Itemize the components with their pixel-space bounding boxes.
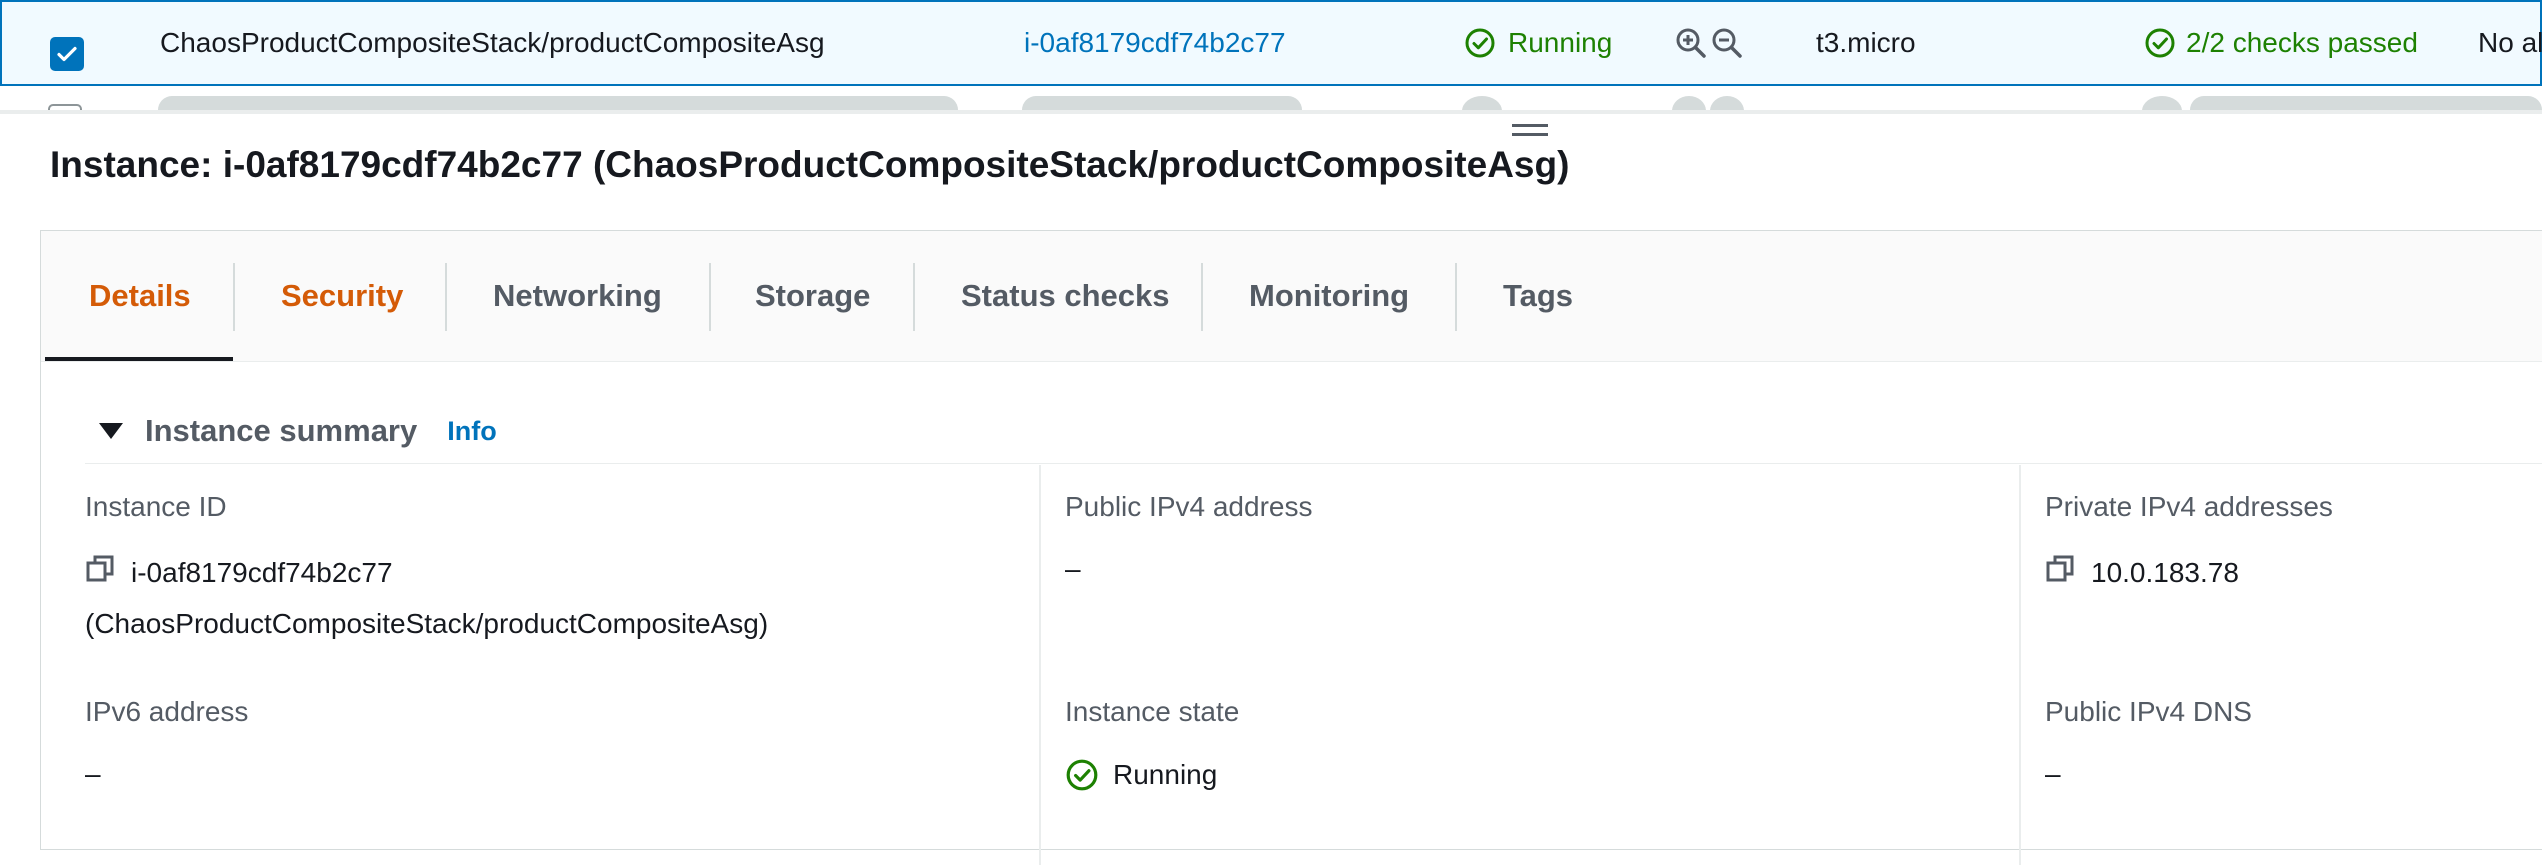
copy-icon[interactable]	[85, 553, 117, 592]
clipped-text	[158, 96, 958, 110]
clipped-icon	[1710, 96, 1744, 110]
table-row-selected[interactable]: ChaosProductCompositeStack/productCompos…	[0, 0, 2542, 86]
checkmark-icon	[57, 46, 77, 62]
tab-divider	[709, 263, 711, 331]
tab-divider	[913, 263, 915, 331]
checks-text: 2/2 checks passed	[2186, 27, 2418, 58]
field-private-ipv4: Private IPv4 addresses 10.0.183.78	[2045, 491, 2333, 592]
clipped-icon	[1462, 96, 1502, 110]
zoom-out-icon[interactable]	[1710, 26, 1744, 60]
field-value: Running	[1065, 758, 1239, 792]
field-value: –	[85, 758, 101, 789]
clipped-icon	[1672, 96, 1706, 110]
tab-security[interactable]: Security	[281, 231, 403, 361]
status-ok-icon	[1465, 28, 1495, 58]
tab-divider	[445, 263, 447, 331]
cell-instance-state: Running	[1464, 2, 1612, 84]
clipped-text	[2190, 96, 2542, 110]
tab-divider	[1455, 263, 1457, 331]
field-label: Public IPv4 DNS	[2045, 696, 2252, 727]
field-instance-state: Instance state Running	[1065, 696, 1239, 792]
zoom-in-icon[interactable]	[1674, 26, 1708, 60]
info-link[interactable]: Info	[447, 416, 496, 447]
status-ok-icon	[1066, 759, 1098, 791]
private-ip-value: 10.0.183.78	[2091, 556, 2239, 588]
instance-state-value: Running	[1113, 759, 1218, 790]
copy-icon[interactable]	[2045, 553, 2077, 592]
split-panel-drag-handle[interactable]	[1512, 118, 1548, 142]
field-label: Instance ID	[85, 491, 227, 522]
clipped-text	[1022, 96, 1302, 110]
field-public-ipv4: Public IPv4 address –	[1065, 491, 1312, 585]
details-tabs: Details Security Networking Storage Stat…	[41, 231, 2542, 362]
instance-id-value: i-0af8179cdf74b2c77	[131, 556, 393, 588]
field-value: –	[1065, 553, 1081, 584]
field-label: Private IPv4 addresses	[2045, 491, 2333, 522]
tab-status-checks[interactable]: Status checks	[961, 231, 1170, 361]
zoom-controls	[1674, 2, 1744, 84]
cell-instance-id-link[interactable]: i-0af8179cdf74b2c77	[1024, 2, 1286, 84]
tab-networking[interactable]: Networking	[493, 231, 662, 361]
tab-details[interactable]: Details	[89, 231, 191, 361]
active-tab-indicator	[45, 357, 233, 361]
row-checkbox[interactable]	[50, 37, 84, 71]
instance-title: Instance: i-0af8179cdf74b2c77 (ChaosProd…	[50, 144, 1570, 185]
state-text: Running	[1508, 27, 1613, 58]
tab-monitoring[interactable]: Monitoring	[1249, 231, 1409, 361]
cell-status-checks[interactable]: 2/2 checks passed	[2144, 2, 2418, 84]
caret-down-icon	[99, 423, 123, 439]
field-instance-id: Instance ID i-0af8179cdf74b2c77 (ChaosPr…	[85, 491, 768, 640]
field-value: –	[2045, 758, 2061, 789]
instance-name-value: (ChaosProductCompositeStack/productCompo…	[85, 608, 769, 639]
section-title: Instance summary	[145, 413, 418, 448]
split-panel-divider	[0, 110, 2542, 114]
tab-storage[interactable]: Storage	[755, 231, 870, 361]
column-divider	[2019, 465, 2021, 865]
section-divider	[85, 463, 2542, 464]
column-divider	[1039, 465, 1041, 865]
tab-divider	[1201, 263, 1203, 331]
table-row[interactable]	[0, 86, 2542, 110]
tab-tags[interactable]: Tags	[1503, 231, 1573, 361]
cell-name: ChaosProductCompositeStack/productCompos…	[160, 27, 825, 58]
field-label: Instance state	[1065, 696, 1240, 727]
cell-alarm-status: No al	[2478, 27, 2542, 58]
field-label: IPv6 address	[85, 696, 249, 727]
cell-instance-type: t3.micro	[1816, 27, 1916, 58]
field-label: Public IPv4 address	[1065, 491, 1313, 522]
field-value: i-0af8179cdf74b2c77	[85, 553, 768, 592]
tab-divider	[233, 263, 235, 331]
instance-details-panel: Details Security Networking Storage Stat…	[40, 230, 2542, 865]
status-ok-icon	[2145, 28, 2175, 58]
field-ipv6-address: IPv6 address –	[85, 696, 248, 790]
clipped-icon	[2142, 96, 2182, 110]
instance-summary-header[interactable]: Instance summary Info	[99, 413, 497, 449]
field-public-ipv4-dns: Public IPv4 DNS –	[2045, 696, 2252, 790]
field-value: 10.0.183.78	[2045, 553, 2333, 592]
